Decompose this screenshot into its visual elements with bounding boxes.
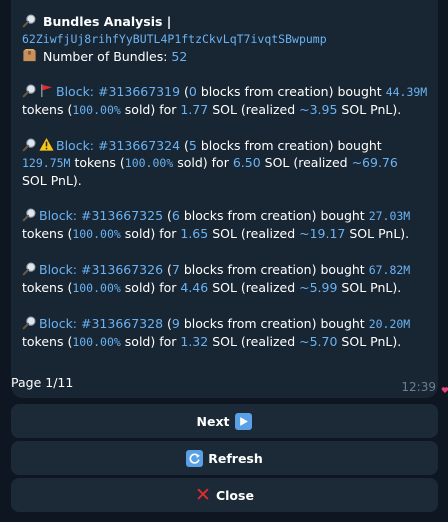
bought-amount: 129.75M <box>22 156 71 170</box>
close-icon: ✕ <box>195 484 211 506</box>
token-address[interactable]: 62ZiwfjUj8rihfYyBUTL4P1ftzCkvLqT7ivqtSBw… <box>22 30 426 48</box>
message-bubble: Bundles Analysis | 62ZiwfjUj8rihfYyBUTL4… <box>11 0 438 398</box>
magnifier-icon <box>22 138 36 152</box>
magnifier-icon <box>22 262 36 276</box>
bought-amount: 44.39M <box>385 85 428 99</box>
bought-amount: 27.03M <box>368 209 411 223</box>
package-icon <box>23 48 36 62</box>
magnifier-icon <box>22 316 36 330</box>
bundle-entry: Block: #313667328 (9 blocks from creatio… <box>22 316 411 349</box>
refresh-button[interactable]: Refresh <box>11 441 438 475</box>
magnifier-icon <box>22 14 36 28</box>
magnifier-icon <box>22 208 36 222</box>
bundles-count-line: Number of Bundles: 52 <box>22 48 426 65</box>
bought-amount: 67.82M <box>368 263 411 277</box>
header-line: Bundles Analysis | <box>22 13 426 30</box>
heart-icon <box>441 387 448 393</box>
block-link[interactable]: Block: #313667319 <box>56 84 180 99</box>
bundles-count: 52 <box>171 49 188 64</box>
play-icon <box>235 412 253 430</box>
red-flag-icon <box>41 84 53 98</box>
bundle-entry: Block: #313667319 (0 blocks from creatio… <box>22 84 428 117</box>
block-link[interactable]: Block: #313667324 <box>56 138 180 153</box>
bought-amount: 20.20M <box>368 317 411 331</box>
bundle-entry: Block: #313667326 (7 blocks from creatio… <box>22 262 411 295</box>
next-button[interactable]: Next <box>11 404 438 438</box>
close-button[interactable]: ✕ Close <box>11 478 438 512</box>
bundle-entry: Block: #313667324 (5 blocks from creatio… <box>22 137 398 188</box>
block-link[interactable]: Block: #313667325 <box>39 208 163 223</box>
bundle-entry: Block: #313667325 (6 blocks from creatio… <box>22 208 411 241</box>
bundle-list: Block: #313667319 (0 blocks from creatio… <box>22 83 428 351</box>
page-indicator: Page 1/11 <box>11 375 74 390</box>
message-time: 12:39 <box>401 380 436 394</box>
block-link[interactable]: Block: #313667328 <box>39 316 163 331</box>
analysis-title: Bundles Analysis | <box>42 14 172 29</box>
magnifier-icon <box>22 84 36 98</box>
warning-icon <box>39 137 54 151</box>
block-link[interactable]: Block: #313667326 <box>39 262 163 277</box>
refresh-icon <box>186 449 204 467</box>
